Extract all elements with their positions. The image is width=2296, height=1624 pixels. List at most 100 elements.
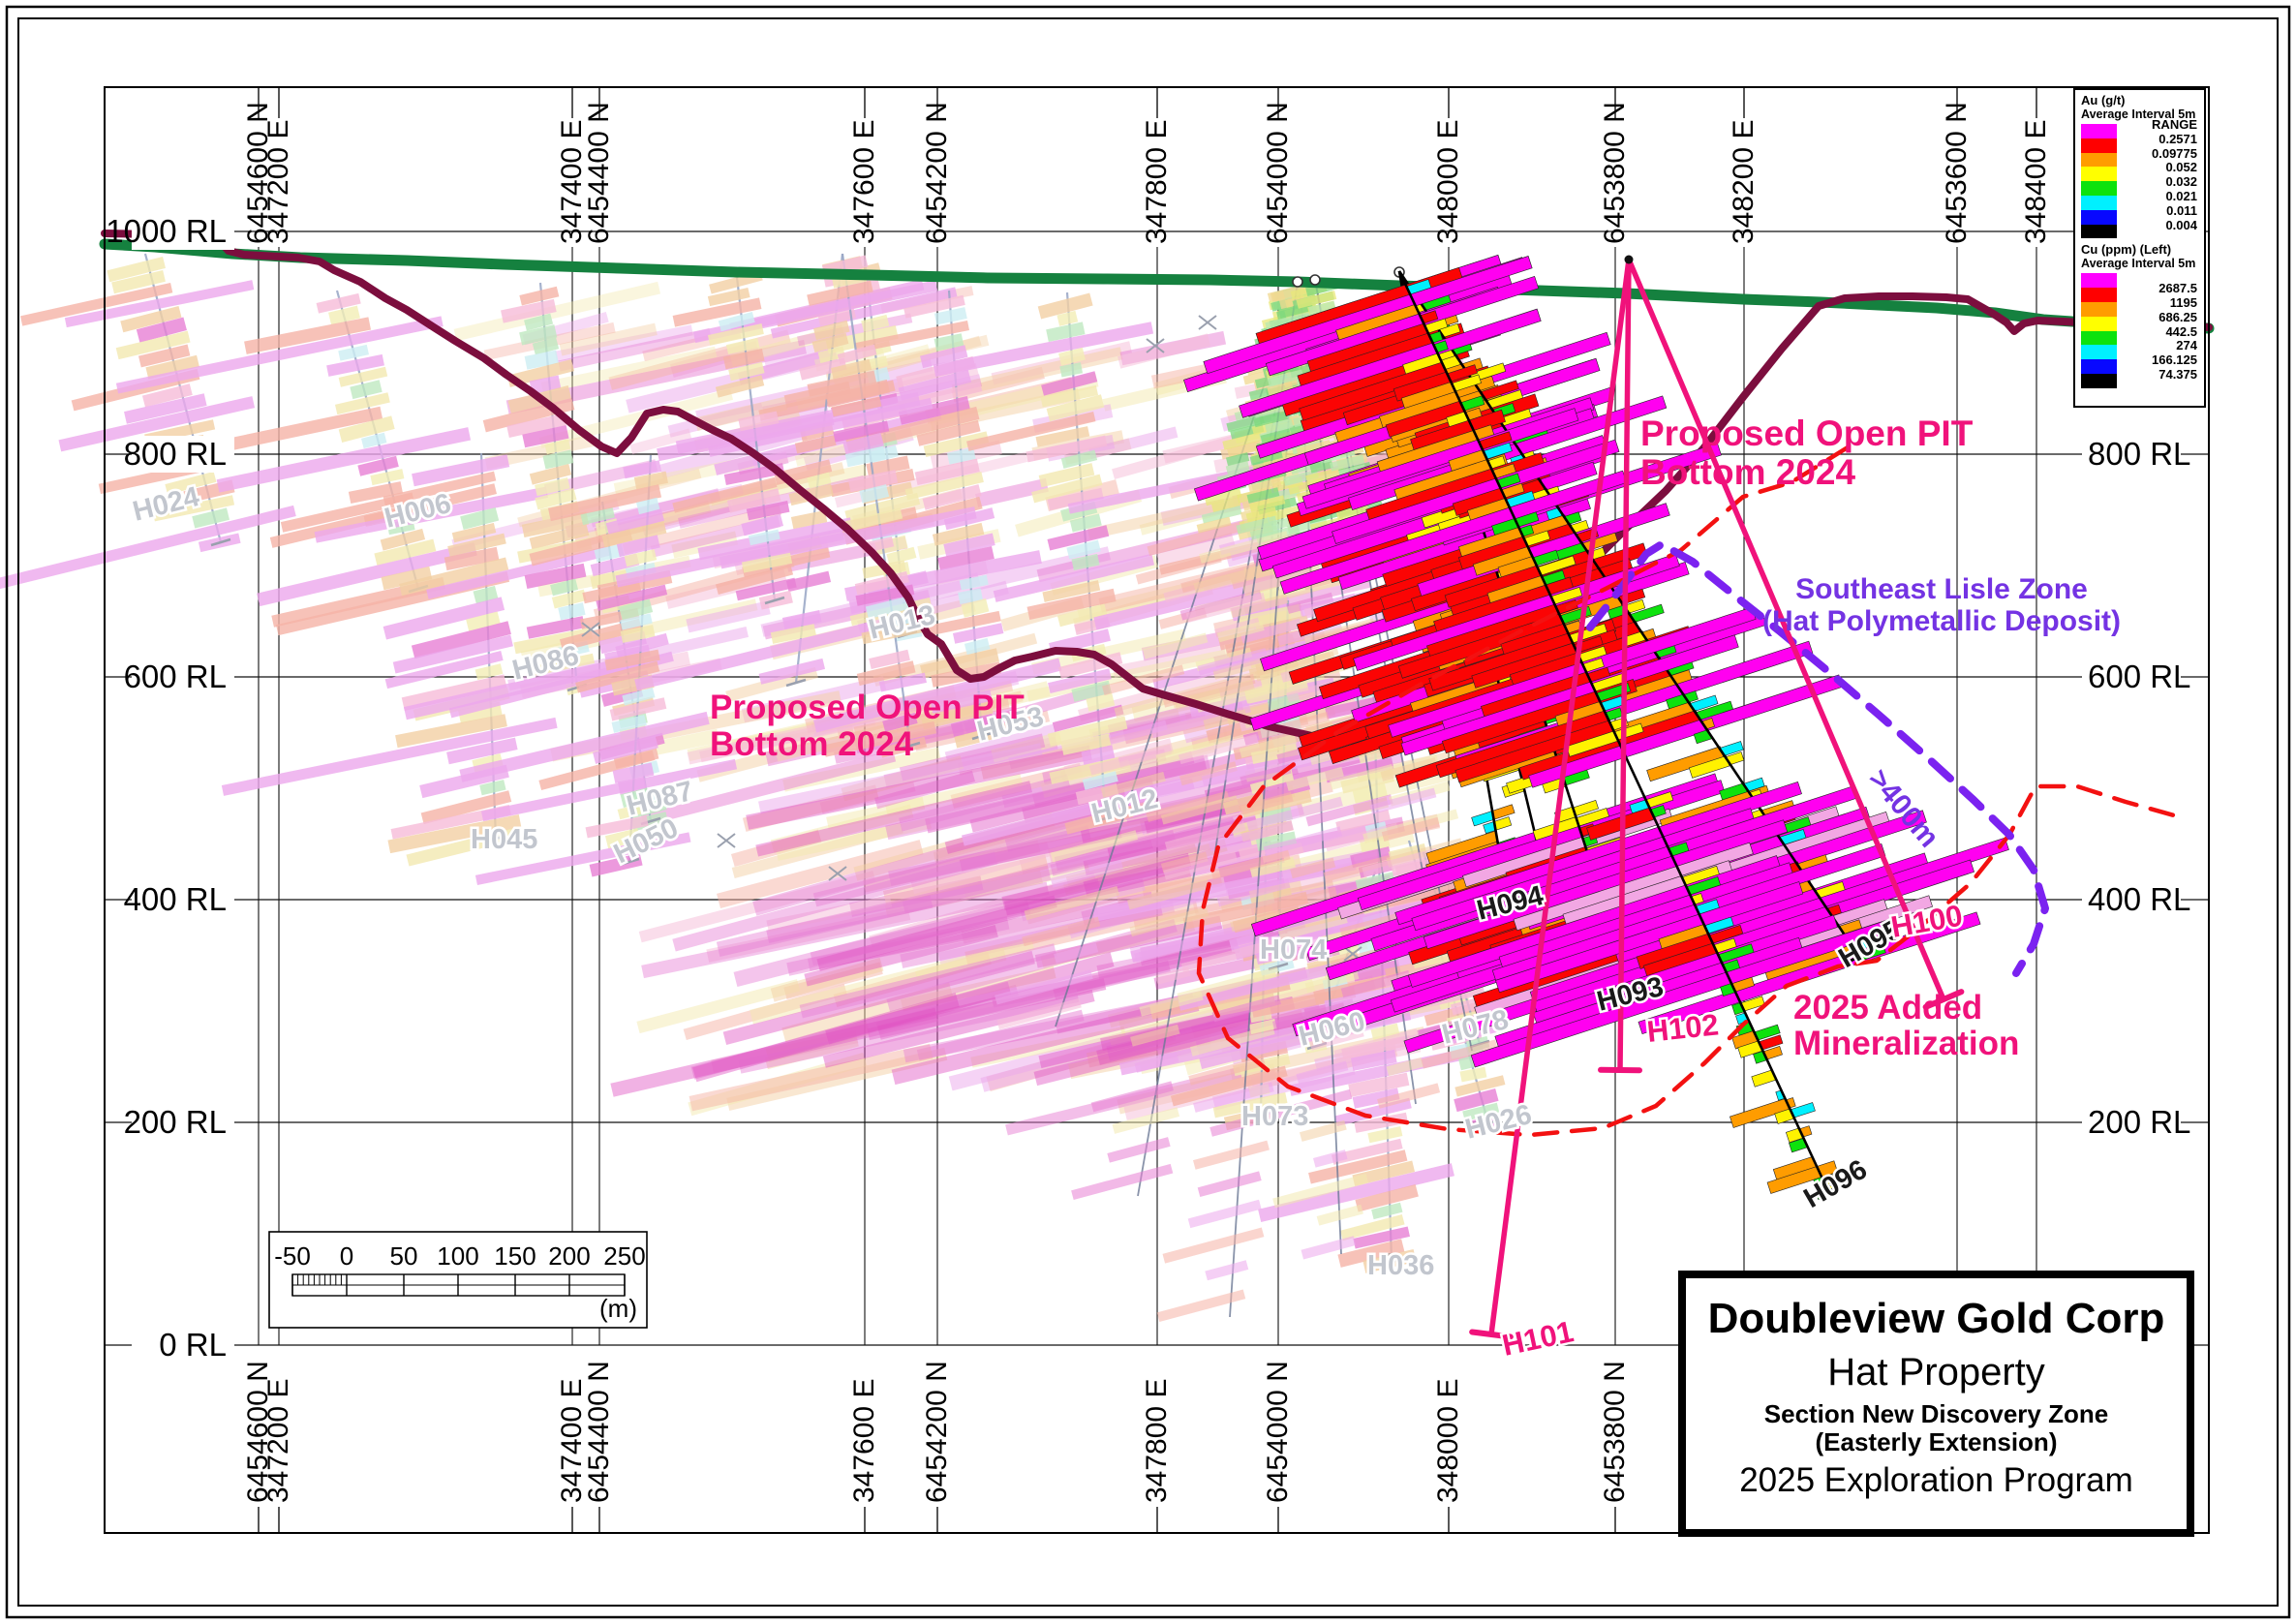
scale-bar-number: 250 (603, 1241, 645, 1271)
drill-collar-symbol (1310, 275, 1320, 285)
axis-label-top: 347800 E (1141, 120, 1173, 244)
title-block: Doubleview Gold Corp Hat Property Sectio… (1678, 1271, 2194, 1537)
cu-legend-swatch (2081, 331, 2117, 346)
scale-bar: -50050100150200250(m) (269, 1232, 647, 1328)
assay-interval-bar (1205, 1260, 1248, 1280)
au-legend-value: 0.2571 (2117, 132, 2199, 146)
cu-legend-value: 74.375 (2117, 367, 2199, 382)
axis-label-left: 600 RL (124, 659, 227, 694)
scale-bar-number: 100 (437, 1241, 478, 1271)
section-name: Section New Discovery Zone (1686, 1400, 2187, 1428)
cu-legend-rows: 2687.51195686.25442.5274166.12574.375 (2081, 273, 2199, 387)
axis-label-bottom: 347200 E (262, 1379, 294, 1503)
axis-label-top: 348200 E (1728, 120, 1760, 244)
au-legend-value: 0.021 (2117, 189, 2199, 203)
au-legend-title: Au (g/t) (2081, 94, 2199, 107)
cu-legend-value: 166.125 (2117, 352, 2199, 367)
cu-legend-swatch (2081, 359, 2117, 374)
cu-legend-swatch (2081, 345, 2117, 359)
axis-label-right: 200 RL (2088, 1104, 2190, 1140)
proposed-collar-symbol (1625, 256, 1634, 264)
property-name: Hat Property (1686, 1350, 2187, 1394)
section-subname: (Easterly Extension) (1686, 1428, 2187, 1456)
annotation-line: 2025 Added (1793, 990, 2019, 1026)
axis-label-right: 800 RL (2088, 436, 2190, 472)
cu-legend-value: 274 (2117, 338, 2199, 352)
axis-label-left: 1000 RL (106, 213, 227, 249)
cu-legend-title: Cu (ppm) (Left) (2081, 243, 2199, 257)
annotation-line: Bottom 2024 (710, 726, 1025, 763)
au-legend-value: 0.011 (2117, 203, 2199, 218)
cu-legend-value: 1195 (2117, 295, 2199, 310)
axis-label-bottom: 6454400 N (583, 1361, 615, 1503)
hole-label-H102: H102 (1645, 1007, 1720, 1049)
axis-label-top: 6454000 N (1262, 102, 1294, 244)
axis-label-left: 200 RL (124, 1104, 227, 1140)
axis-label-bottom: 6454200 N (921, 1361, 953, 1503)
axis-label-top: 348000 E (1432, 120, 1464, 244)
hole-label-H024: H024 (130, 481, 202, 528)
annotation-line: Bottom 2024 (1640, 453, 1973, 492)
au-legend-value: 0.032 (2117, 174, 2199, 189)
axis-label-top: 347200 E (262, 120, 294, 244)
axis-label-right: 600 RL (2088, 659, 2190, 694)
assay-interval-bar (1163, 1228, 1265, 1264)
scale-bar-number: -50 (274, 1241, 311, 1271)
au-legend-swatch (2081, 225, 2117, 239)
axis-label-left: 0 RL (159, 1327, 227, 1363)
assay-legend: Au (g/t) Average Interval 5m RANGE0.2571… (2073, 88, 2206, 408)
au-legend-row: 0.004 (2081, 225, 2199, 239)
scale-bar-number: 200 (548, 1241, 590, 1271)
hole-label-H074: H074 (1260, 935, 1327, 965)
axis-label-top: 6453600 N (1941, 102, 1973, 244)
assay-interval-bar (1107, 1137, 1170, 1162)
axis-label-top: 347600 E (848, 120, 880, 244)
survey-x-mark (718, 834, 735, 847)
program-name: 2025 Exploration Program (1686, 1461, 2187, 1500)
annotation-proposed-pit-left: Proposed Open PIT Bottom 2024 (710, 689, 1025, 763)
au-legend-rows: RANGE0.25710.097750.0520.0320.0210.0110.… (2081, 124, 2199, 238)
axis-label-top: 348400 E (2020, 120, 2052, 244)
axis-label-left: 800 RL (124, 436, 227, 472)
annotation-2025-added-mineralization: 2025 Added Mineralization (1793, 990, 2019, 1061)
au-legend-value: 0.052 (2117, 160, 2199, 174)
axis-label-bottom: 6454000 N (1262, 1361, 1294, 1503)
annotation-southeast-lisle-zone: Southeast Lisle Zone (Hat Polymetallic D… (1743, 573, 2140, 637)
au-legend-swatch (2081, 167, 2117, 181)
company-name: Doubleview Gold Corp (1686, 1296, 2187, 1342)
au-legend-swatch (2081, 153, 2117, 168)
survey-x-mark (1199, 316, 1216, 329)
annotation-line: Southeast Lisle Zone (1743, 573, 2140, 605)
hole-label-H045: H045 (471, 824, 537, 855)
assay-interval-bar (1198, 1171, 1262, 1197)
cu-legend-swatch (2081, 374, 2117, 388)
au-legend-swatch (2081, 196, 2117, 210)
assay-interval-bar (1157, 1290, 1246, 1322)
cu-legend-value: 2687.5 (2117, 281, 2199, 295)
assay-interval-bar (1188, 1200, 1262, 1228)
annotation-line: (Hat Polymetallic Deposit) (1743, 605, 2140, 637)
annotation-proposed-pit-right: Proposed Open PIT Bottom 2024 (1640, 414, 1973, 492)
au-legend-swatch (2081, 124, 2117, 138)
au-legend-value: 0.09775 (2117, 146, 2199, 161)
axis-label-top: 6454200 N (921, 102, 953, 244)
axis-label-right: 400 RL (2088, 881, 2190, 917)
axis-label-bottom: 348000 E (1432, 1379, 1464, 1503)
cross-section-page: { "title_block": { "line1": "Doubleview … (0, 0, 2296, 1624)
scale-bar-number: 150 (494, 1241, 536, 1271)
hole-label-H073: H073 (1241, 1101, 1308, 1132)
axis-label-bottom: 6453800 N (1599, 1361, 1631, 1503)
cu-legend-swatch (2081, 302, 2117, 317)
au-legend-swatch (2081, 181, 2117, 196)
annotation-line: Proposed Open PIT (710, 689, 1025, 726)
scale-bar-unit: (m) (599, 1294, 637, 1323)
cu-legend-value: 442.5 (2117, 324, 2199, 339)
assay-interval-bar (1491, 805, 1515, 819)
scale-bar-number: 0 (340, 1241, 353, 1271)
cu-legend-row: 74.375 (2081, 374, 2199, 388)
cu-legend-subtitle: Average Interval 5m (2081, 257, 2199, 270)
cu-legend-swatch (2081, 288, 2117, 302)
cu-legend-value: 686.25 (2117, 310, 2199, 324)
au-legend-value: RANGE (2117, 117, 2199, 132)
au-legend-value: 0.004 (2117, 218, 2199, 232)
